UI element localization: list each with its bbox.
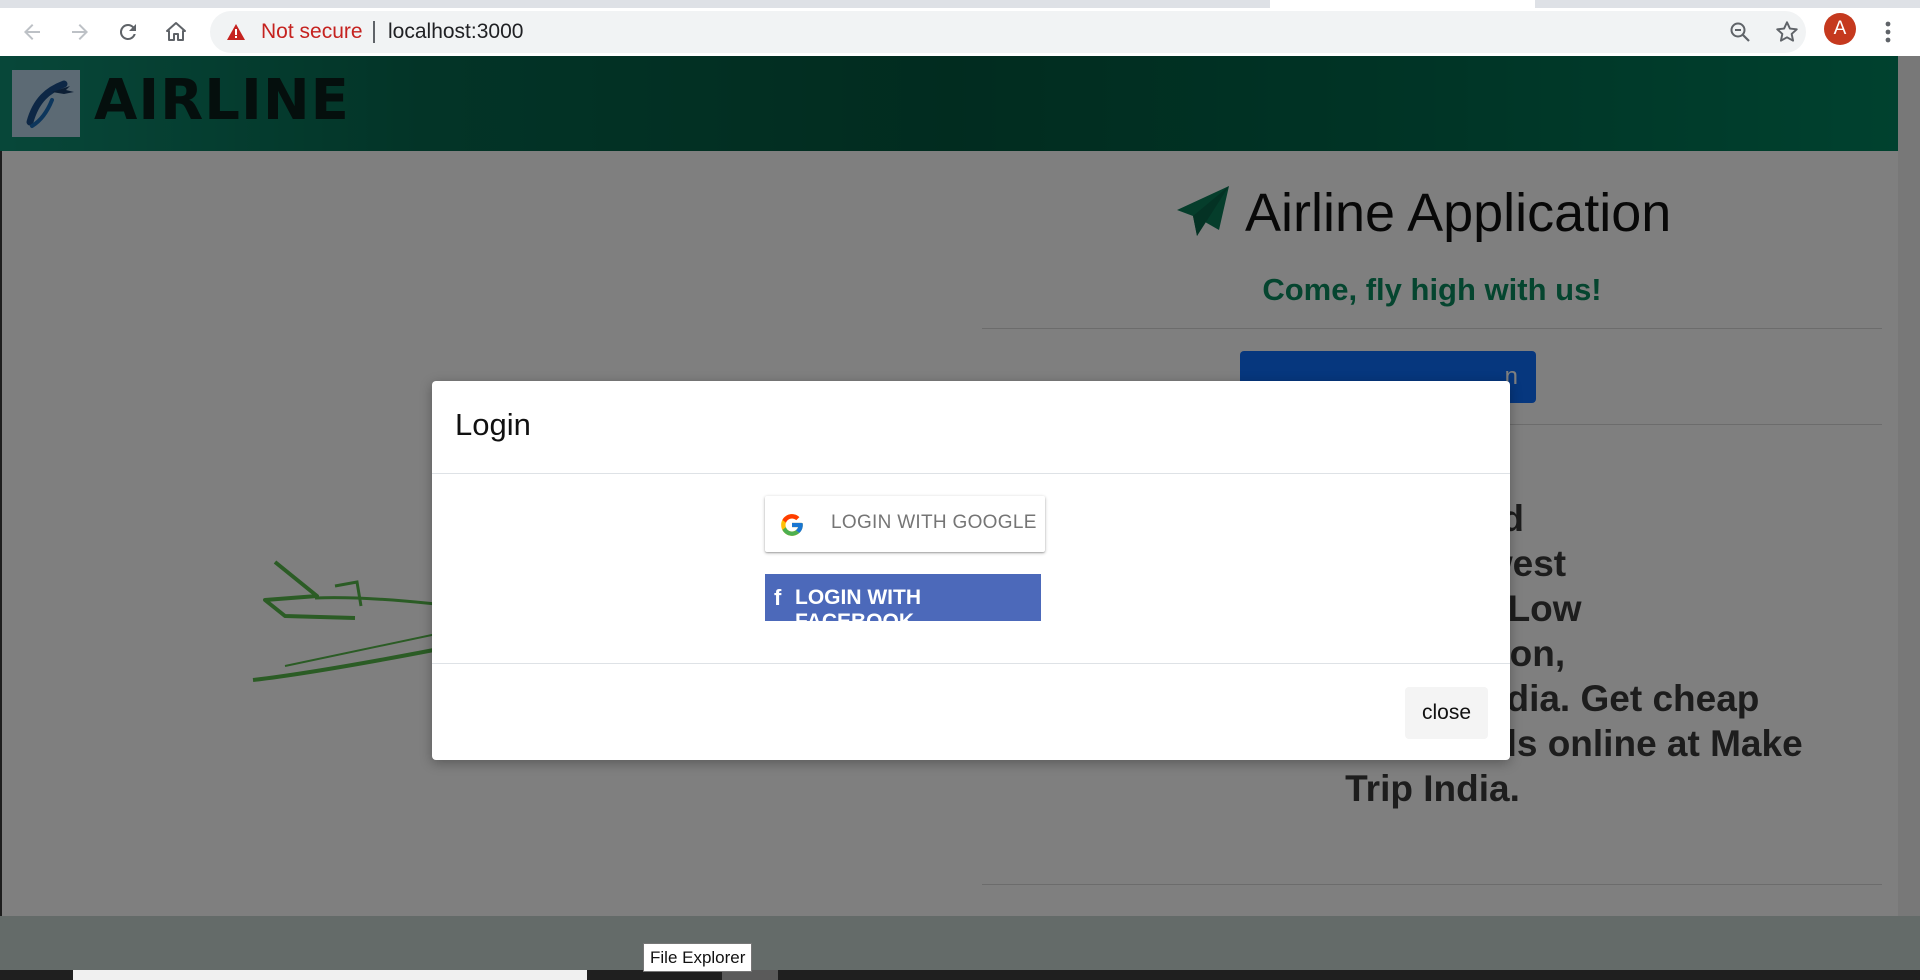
back-icon[interactable]	[18, 18, 46, 46]
facebook-login-button[interactable]: f LOGIN WITH FACEBOOK	[765, 574, 1041, 633]
warning-icon[interactable]	[226, 23, 246, 45]
facebook-login-label: LOGIN WITH FACEBOOK	[795, 586, 921, 633]
modal-footer: close	[432, 663, 1510, 761]
reload-icon[interactable]	[114, 18, 142, 46]
zoom-out-icon[interactable]	[1728, 20, 1752, 48]
taskbar-tooltip: File Explorer	[643, 943, 753, 972]
browser-toolbar: Not secure localhost:3000 A	[0, 8, 1920, 56]
modal-header: Login	[432, 381, 1510, 474]
google-login-button[interactable]: LOGIN WITH GOOGLE	[765, 496, 1045, 552]
tab-strip	[0, 0, 1920, 8]
page: AIRLINE Airline Application Come, fly hi…	[0, 56, 1920, 980]
bookmark-star-icon[interactable]	[1774, 19, 1800, 49]
google-icon	[779, 512, 805, 542]
omnibox-separator	[373, 21, 375, 43]
security-label[interactable]: Not secure	[261, 20, 363, 44]
url-text[interactable]: localhost:3000	[388, 20, 523, 44]
forward-icon[interactable]	[66, 18, 94, 46]
home-icon[interactable]	[162, 18, 190, 46]
google-login-label: LOGIN WITH GOOGLE	[831, 512, 1037, 533]
close-button[interactable]: close	[1405, 687, 1488, 739]
modal-title: Login	[455, 407, 531, 442]
taskbar	[0, 970, 1920, 980]
profile-avatar[interactable]: A	[1824, 13, 1856, 45]
address-bar[interactable]: Not secure localhost:3000	[210, 11, 1806, 53]
more-vert-icon[interactable]	[1880, 16, 1896, 48]
taskbar-search[interactable]	[73, 970, 587, 980]
login-modal: Login LOGIN WITH GOOGLE f LOGIN WITH FAC…	[432, 381, 1510, 760]
facebook-icon: f	[774, 585, 782, 610]
active-tab[interactable]	[1270, 0, 1535, 8]
